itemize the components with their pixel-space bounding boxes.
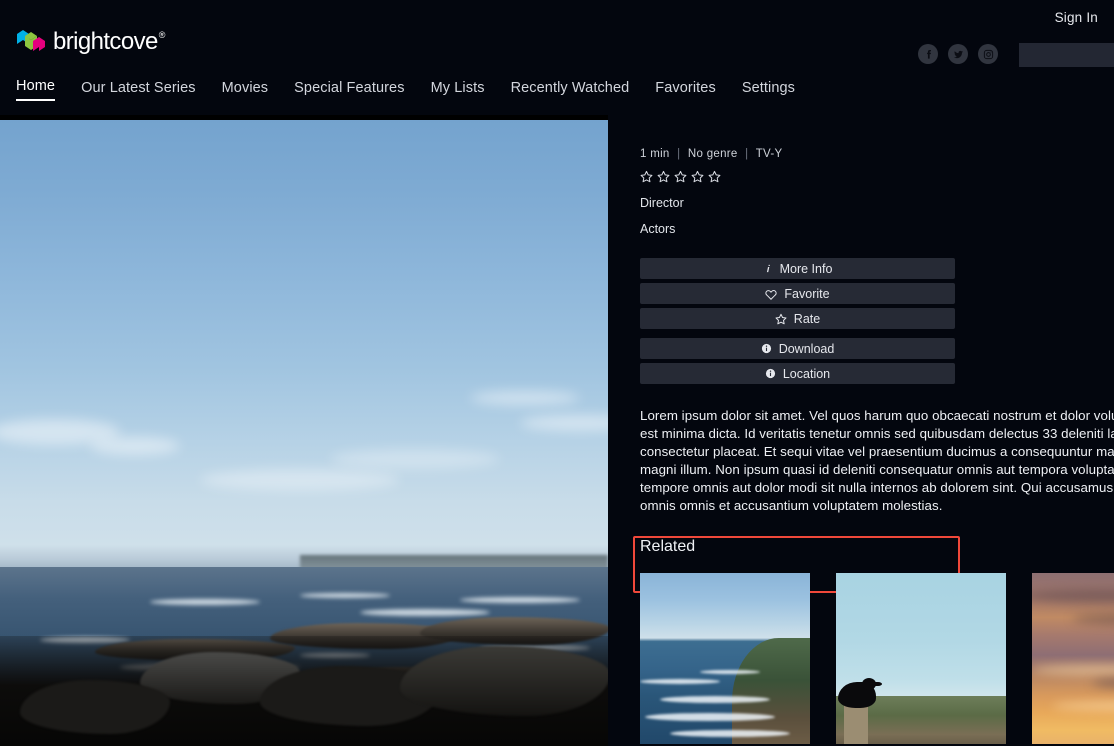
actors-label: Actors (640, 222, 676, 236)
related-section-title: Related (640, 537, 696, 555)
sign-in-link[interactable]: Sign In (1055, 10, 1098, 25)
location-button[interactable]: Location (640, 363, 955, 384)
crow-thumbnail-image (836, 572, 1006, 744)
social-links (918, 44, 998, 64)
page-root: Sign In brightcove® Home Our Latest Seri… (0, 0, 1114, 746)
brightcove-logo-text: brightcove® (53, 28, 166, 55)
star-outline-icon[interactable] (640, 170, 653, 183)
brightcove-logo-mark (17, 30, 45, 51)
nav-item-recently-watched[interactable]: Recently Watched (511, 80, 630, 101)
star-outline-icon[interactable] (674, 170, 687, 183)
facebook-icon[interactable] (918, 44, 938, 64)
info-circle-icon (765, 368, 776, 379)
video-description: Lorem ipsum dolor sit amet. Vel quos har… (640, 408, 1114, 514)
nav-item-home[interactable]: Home (16, 78, 56, 101)
heart-outline-icon (765, 288, 778, 300)
rate-label: Rate (793, 311, 821, 326)
nav-item-settings[interactable]: Settings (742, 80, 795, 101)
nav-item-my-lists[interactable]: My Lists (431, 80, 485, 101)
nav-item-special-features[interactable]: Special Features (294, 80, 404, 101)
meta-separator-2: | (745, 148, 749, 160)
rating-stars[interactable] (640, 170, 1114, 183)
video-meta-line: 1 min | No genre | TV-Y (640, 148, 1114, 160)
instagram-icon[interactable] (978, 44, 998, 64)
video-letterbox (0, 115, 608, 120)
related-thumb-crow[interactable] (836, 572, 1006, 744)
meta-separator-1: | (677, 148, 681, 160)
video-rating-code: TV-Y (755, 148, 783, 160)
video-foreground-rocks (0, 636, 608, 746)
director-label: Director (640, 196, 684, 210)
video-genre: No genre (687, 148, 738, 160)
star-outline-icon[interactable] (708, 170, 721, 183)
search-input[interactable] (1019, 43, 1114, 67)
star-outline-icon[interactable] (691, 170, 704, 183)
nav-item-favorites[interactable]: Favorites (655, 80, 716, 101)
coast-thumbnail-image (640, 572, 810, 744)
download-button[interactable]: Download (640, 338, 955, 359)
rate-button[interactable]: Rate (640, 308, 955, 329)
location-label: Location (782, 366, 831, 381)
video-player[interactable] (0, 115, 608, 746)
trademark-symbol: ® (158, 30, 166, 40)
related-thumb-sunset[interactable] (1032, 572, 1114, 744)
site-header: Sign In brightcove® Home Our Latest Seri… (0, 0, 1114, 115)
highlighted-button-group: Download Location (633, 333, 961, 593)
main-nav: Home Our Latest Series Movies Special Fe… (16, 78, 795, 101)
info-circle-icon (761, 343, 772, 354)
video-detail-panel: 1 min | No genre | TV-Y Director Actors … (633, 115, 1114, 744)
more-info-button[interactable]: More Info (640, 258, 955, 279)
nav-item-our-latest-series[interactable]: Our Latest Series (81, 80, 196, 101)
sunset-thumbnail-image (1032, 572, 1114, 744)
twitter-icon[interactable] (948, 44, 968, 64)
favorite-button[interactable]: Favorite (640, 283, 955, 304)
action-button-group: More Info Favorite Rate Download Locatio… (633, 258, 960, 593)
video-sky (0, 119, 608, 545)
star-outline-icon[interactable] (657, 170, 670, 183)
download-label: Download (778, 341, 835, 356)
related-thumb-coast[interactable] (640, 572, 810, 744)
star-outline-icon (775, 313, 787, 325)
video-duration: 1 min (640, 148, 670, 160)
brightcove-logo[interactable]: brightcove® (16, 26, 166, 56)
favorite-label: Favorite (784, 286, 830, 301)
more-info-label: More Info (779, 261, 833, 276)
info-italic-icon (763, 263, 773, 274)
related-videos-row (640, 572, 1114, 744)
nav-item-movies[interactable]: Movies (222, 80, 269, 101)
